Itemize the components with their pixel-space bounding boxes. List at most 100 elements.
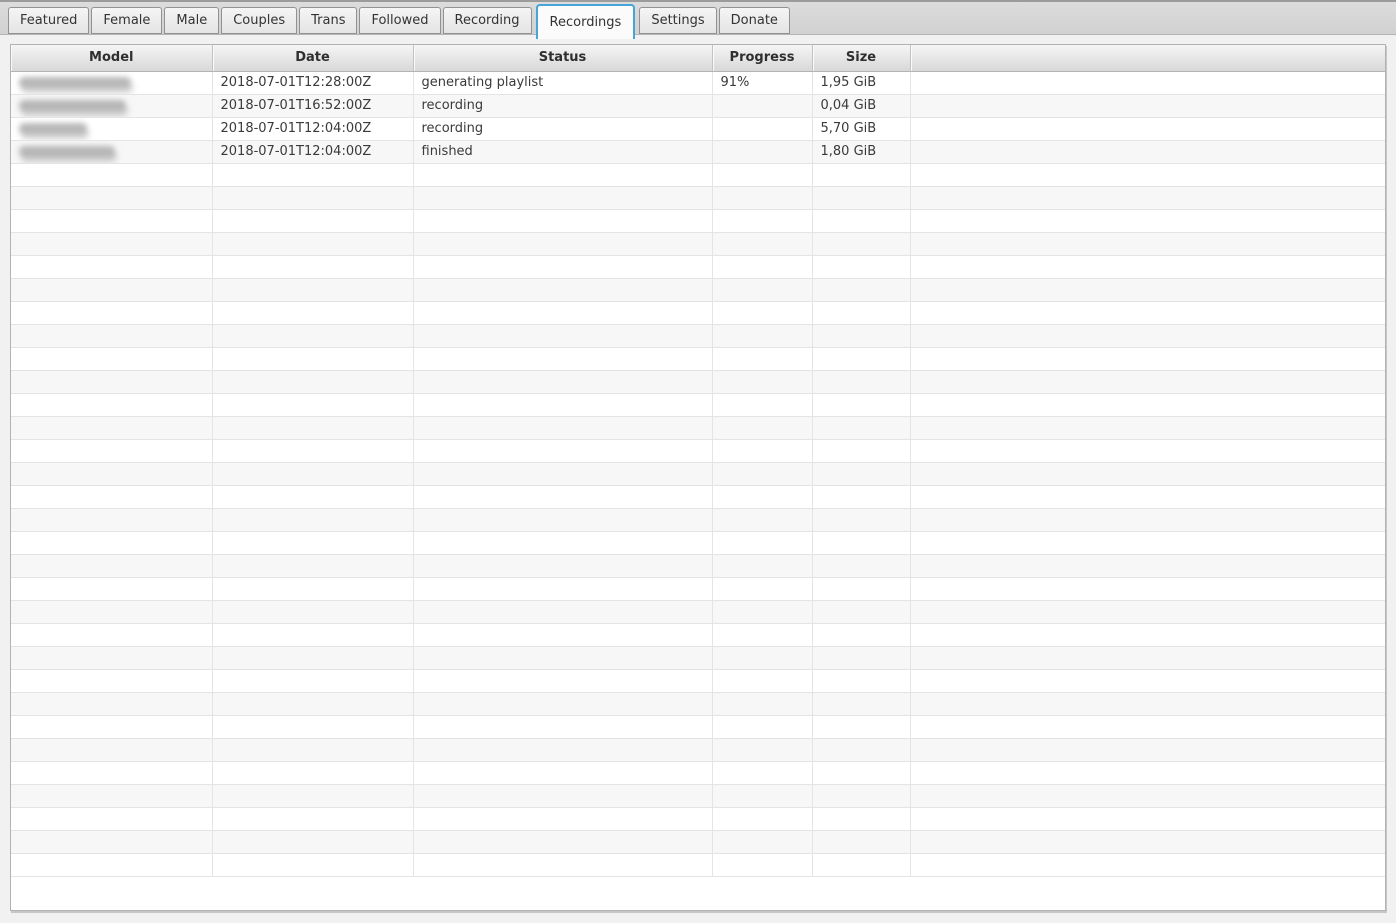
empty-cell [413, 692, 712, 715]
empty-cell [212, 163, 413, 186]
empty-cell [212, 439, 413, 462]
empty-cell [413, 853, 712, 876]
empty-cell [910, 531, 1385, 554]
empty-cell [812, 232, 910, 255]
empty-cell [812, 807, 910, 830]
empty-cell [812, 623, 910, 646]
empty-cell [910, 600, 1385, 623]
empty-cell [11, 347, 212, 370]
tab-featured[interactable]: Featured [8, 7, 89, 34]
empty-cell [413, 807, 712, 830]
empty-cell [910, 324, 1385, 347]
empty-cell [11, 646, 212, 669]
empty-table-row [11, 738, 1385, 761]
empty-cell [910, 255, 1385, 278]
empty-cell [212, 370, 413, 393]
empty-cell [212, 209, 413, 232]
empty-cell [11, 301, 212, 324]
empty-cell [910, 301, 1385, 324]
tab-recording[interactable]: Recording [443, 7, 532, 34]
tab-male[interactable]: Male [164, 7, 219, 34]
table-row[interactable]: 2018-07-01T12:04:00Zrecording5,70 GiB [11, 117, 1385, 140]
empty-cell [812, 600, 910, 623]
empty-cell [712, 761, 812, 784]
empty-cell [212, 324, 413, 347]
empty-table-row [11, 692, 1385, 715]
empty-cell [11, 370, 212, 393]
empty-cell [212, 301, 413, 324]
empty-cell [812, 485, 910, 508]
empty-cell [812, 669, 910, 692]
cell-model [11, 71, 212, 94]
column-header-progress[interactable]: Progress [712, 45, 812, 71]
column-header-model[interactable]: Model [11, 45, 212, 71]
empty-cell [712, 830, 812, 853]
empty-cell [413, 761, 712, 784]
empty-cell [910, 577, 1385, 600]
empty-cell [712, 255, 812, 278]
empty-cell [212, 692, 413, 715]
table-row[interactable]: 2018-07-01T12:28:00Zgenerating playlist9… [11, 71, 1385, 94]
empty-cell [712, 278, 812, 301]
empty-cell [812, 784, 910, 807]
empty-cell [812, 324, 910, 347]
empty-cell [712, 393, 812, 416]
tab-recordings[interactable]: Recordings [536, 4, 636, 39]
empty-cell [910, 163, 1385, 186]
empty-table-row [11, 761, 1385, 784]
cell-progress [712, 94, 812, 117]
empty-cell [11, 623, 212, 646]
column-header-extra[interactable] [910, 45, 1385, 71]
cell-date: 2018-07-01T12:28:00Z [212, 71, 413, 94]
empty-cell [212, 577, 413, 600]
empty-cell [712, 209, 812, 232]
empty-cell [11, 393, 212, 416]
empty-cell [413, 784, 712, 807]
tab-female[interactable]: Female [91, 7, 162, 34]
column-header-status[interactable]: Status [413, 45, 712, 71]
empty-cell [413, 554, 712, 577]
empty-cell [212, 416, 413, 439]
column-header-size[interactable]: Size [812, 45, 910, 71]
empty-cell [413, 301, 712, 324]
tab-settings[interactable]: Settings [639, 7, 716, 34]
empty-cell [910, 485, 1385, 508]
empty-cell [413, 186, 712, 209]
cell-progress: 91% [712, 71, 812, 94]
tab-followed[interactable]: Followed [359, 7, 440, 34]
empty-cell [212, 554, 413, 577]
empty-cell [11, 853, 212, 876]
table-row[interactable]: 2018-07-01T12:04:00Zfinished1,80 GiB [11, 140, 1385, 163]
empty-cell [413, 485, 712, 508]
empty-cell [812, 301, 910, 324]
empty-cell [812, 531, 910, 554]
tab-trans[interactable]: Trans [299, 7, 357, 34]
empty-cell [413, 531, 712, 554]
tab-couples[interactable]: Couples [221, 7, 297, 34]
cell-extra [910, 94, 1385, 117]
empty-cell [812, 738, 910, 761]
empty-cell [11, 255, 212, 278]
empty-cell [413, 439, 712, 462]
empty-cell [712, 508, 812, 531]
cell-size: 5,70 GiB [812, 117, 910, 140]
empty-cell [11, 807, 212, 830]
empty-cell [712, 692, 812, 715]
empty-cell [212, 807, 413, 830]
empty-table-row [11, 784, 1385, 807]
tab-donate[interactable]: Donate [719, 7, 790, 34]
empty-cell [212, 393, 413, 416]
empty-cell [11, 439, 212, 462]
empty-cell [812, 163, 910, 186]
empty-cell [11, 600, 212, 623]
empty-table-row [11, 347, 1385, 370]
table-row[interactable]: 2018-07-01T16:52:00Zrecording0,04 GiB [11, 94, 1385, 117]
empty-cell [11, 232, 212, 255]
empty-cell [11, 577, 212, 600]
redacted-model-name [19, 100, 126, 111]
empty-cell [712, 485, 812, 508]
empty-cell [212, 669, 413, 692]
column-header-date[interactable]: Date [212, 45, 413, 71]
empty-table-row [11, 232, 1385, 255]
empty-cell [712, 531, 812, 554]
